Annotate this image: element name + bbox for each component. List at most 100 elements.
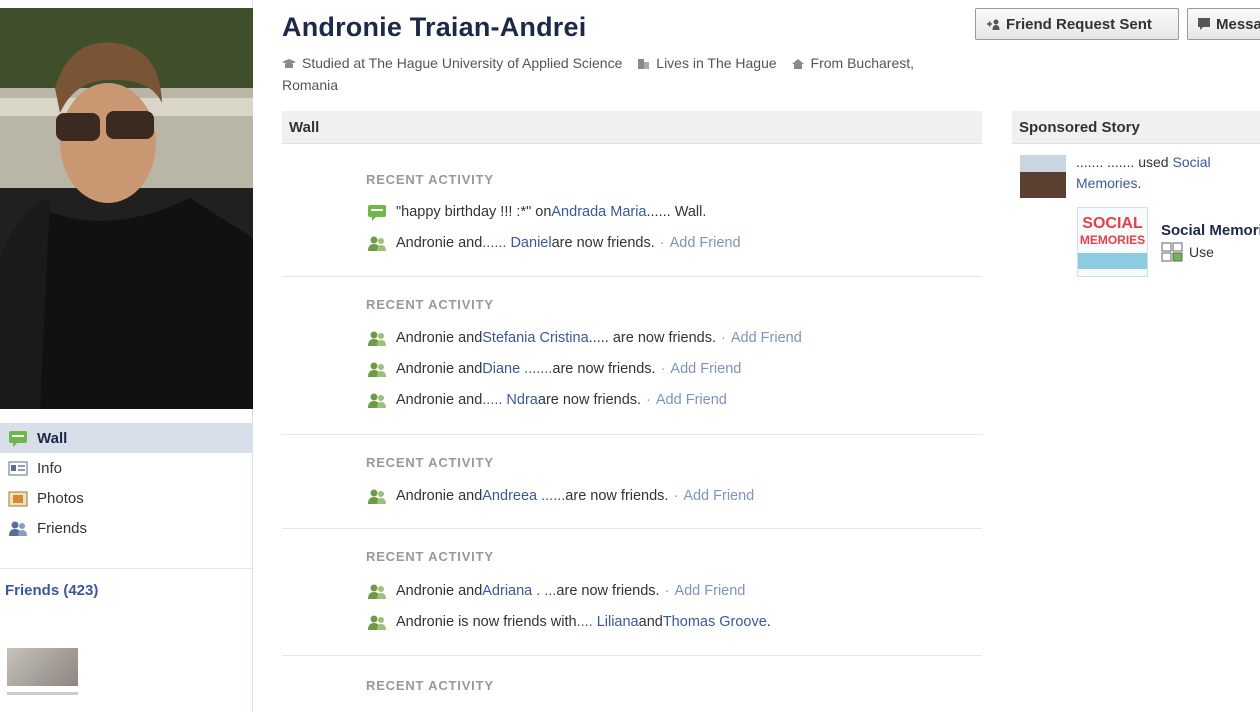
- friends-icon: [366, 582, 388, 600]
- recent-activity-label: RECENT ACTIVITY: [366, 297, 494, 312]
- logo-wave: [1078, 253, 1147, 269]
- friends-icon: [366, 329, 388, 347]
- profile-photo[interactable]: [0, 8, 253, 409]
- nav-item-photos[interactable]: Photos: [0, 483, 252, 513]
- activity-text: ...... Wall.: [646, 204, 707, 220]
- friends-count-title[interactable]: Friends (423): [5, 582, 98, 599]
- sponsored-app-name[interactable]: Social Memories: [1161, 222, 1260, 239]
- activity-person-link[interactable]: Thomas Groove: [663, 614, 767, 630]
- recent-activity-label: RECENT ACTIVITY: [366, 455, 494, 470]
- activity-row: Andronie and Adriana . ... are now frien…: [366, 580, 745, 602]
- activity-text: Andronie and: [396, 235, 483, 251]
- activity-text: Andronie and: [396, 583, 483, 599]
- message-button[interactable]: Message: [1187, 8, 1260, 40]
- home-icon: [791, 53, 805, 69]
- activity-person-link[interactable]: ...... Daniel: [482, 235, 551, 251]
- separator-dot: ·: [659, 235, 665, 251]
- add-friend-link[interactable]: Add Friend: [670, 361, 741, 377]
- sponsored-text-post: .: [1137, 175, 1142, 191]
- nav-divider: [0, 568, 252, 569]
- nav-item-friends[interactable]: Friends: [0, 513, 252, 543]
- add-friend-link[interactable]: Add Friend: [731, 330, 802, 346]
- friends-icon: [366, 234, 388, 252]
- activity-row: Andronie and Andreea ...... are now frie…: [366, 485, 754, 507]
- use-app-action[interactable]: Use: [1161, 242, 1214, 262]
- profile-name: Andronie Traian-Andrei: [282, 12, 587, 42]
- activity-group: RECENT ACTIVITY Andronie and Adriana . .…: [282, 529, 982, 656]
- profile-photo-image: [0, 8, 253, 409]
- activity-person-link[interactable]: .... Liliana: [577, 614, 639, 630]
- activity-text: Andronie and: [396, 488, 483, 504]
- separator-dot: ·: [721, 330, 726, 346]
- sponsored-text-pre: ....... ....... used: [1076, 154, 1173, 170]
- activity-text: "happy birthday !!! :*" on: [396, 204, 552, 220]
- message-icon: [1198, 18, 1210, 30]
- social-memories-logo[interactable]: SOCIAL MEMORIES: [1077, 207, 1148, 277]
- info-icon: [7, 459, 29, 477]
- lives-info: Lives in The Hague: [636, 53, 777, 71]
- sponsor-avatar[interactable]: [1020, 155, 1066, 198]
- photos-icon: [7, 489, 29, 507]
- friend-thumbnail-caption: [7, 692, 78, 695]
- activity-text: Andronie and: [396, 361, 483, 377]
- wall-icon: [7, 429, 29, 447]
- activity-text: are now friends.: [552, 361, 656, 377]
- activity-person-link[interactable]: Adriana . ...: [482, 583, 556, 599]
- activity-row: Andronie and ...... Daniel are now frien…: [366, 232, 741, 254]
- app-grid-icon: [1161, 242, 1183, 262]
- activity-person-link[interactable]: ..... Ndra: [482, 392, 538, 408]
- sponsored-story-header: Sponsored Story: [1012, 111, 1260, 144]
- activity-row: Andronie and Diane ....... are now frien…: [366, 358, 741, 380]
- friends-icon: [366, 391, 388, 409]
- activity-text: Andronie is now friends with: [396, 614, 577, 630]
- add-friend-link[interactable]: Add Friend: [674, 583, 745, 599]
- activity-person-link[interactable]: Andrada Maria: [551, 204, 646, 220]
- nav-item-info[interactable]: Info: [0, 453, 252, 483]
- activity-text: Andronie and: [396, 330, 483, 346]
- friend-request-sent-button[interactable]: Friend Request Sent: [975, 8, 1179, 40]
- add-friend-link[interactable]: Add Friend: [670, 235, 741, 251]
- activity-row: Andronie is now friends with .... Lilian…: [366, 611, 771, 633]
- left-column: Wall Info Photos Friends Friends (423): [0, 0, 253, 712]
- activity-text: Andronie and: [396, 392, 483, 408]
- logo-line-2: MEMORIES: [1079, 233, 1146, 247]
- recent-activity-label: RECENT ACTIVITY: [366, 678, 494, 693]
- comment-icon: [366, 203, 388, 221]
- recent-activity-label: RECENT ACTIVITY: [366, 172, 494, 187]
- logo-line-1: SOCIAL: [1082, 215, 1143, 232]
- activity-text: .: [766, 614, 771, 630]
- building-icon: [636, 53, 650, 69]
- activity-row: "happy birthday !!! :*" on Andrada Maria…: [366, 201, 706, 223]
- nav-label-info: Info: [37, 459, 63, 477]
- friends-icon: [366, 613, 388, 631]
- nav-item-wall[interactable]: Wall: [0, 423, 252, 453]
- activity-person-link[interactable]: Diane .......: [482, 361, 552, 377]
- nav-label-photos: Photos: [37, 489, 84, 507]
- activity-person-link[interactable]: Stefania Cristina: [482, 330, 588, 346]
- activity-group: RECENT ACTIVITY "happy birthday !!! :*" …: [282, 145, 982, 277]
- activity-text: are now friends.: [551, 235, 655, 251]
- studied-info: Studied at The Hague University of Appli…: [282, 55, 622, 71]
- activity-text: and: [638, 614, 663, 630]
- message-label: Message: [1216, 15, 1260, 33]
- activity-text: ..... are now friends.: [588, 330, 716, 346]
- studied-text: Studied at The Hague University of Appli…: [302, 55, 623, 71]
- separator-dot: ·: [664, 583, 670, 599]
- activity-group: RECENT ACTIVITY: [282, 656, 982, 712]
- nav-label-friends: Friends: [37, 519, 88, 537]
- friend-request-sent-label: Friend Request Sent: [1006, 15, 1152, 33]
- add-friend-icon: [986, 18, 1000, 30]
- friend-thumbnail[interactable]: [7, 648, 78, 686]
- activity-text: are now friends.: [556, 583, 660, 599]
- use-label: Use: [1189, 244, 1214, 260]
- activity-row: Andronie and Stefania Cristina ..... are…: [366, 327, 802, 349]
- friends-icon: [7, 519, 29, 537]
- add-friend-link[interactable]: Add Friend: [656, 392, 727, 408]
- sponsored-text: ....... ....... used Social Memories.: [1076, 152, 1260, 194]
- add-friend-link[interactable]: Add Friend: [683, 488, 754, 504]
- separator-dot: ·: [646, 392, 651, 408]
- activity-text: are now friends.: [537, 392, 642, 408]
- activity-group: RECENT ACTIVITY Andronie and Stefania Cr…: [282, 277, 982, 435]
- profile-info-line: Studied at The Hague University of Appli…: [282, 52, 972, 96]
- activity-person-link[interactable]: Andreea ......: [482, 488, 565, 504]
